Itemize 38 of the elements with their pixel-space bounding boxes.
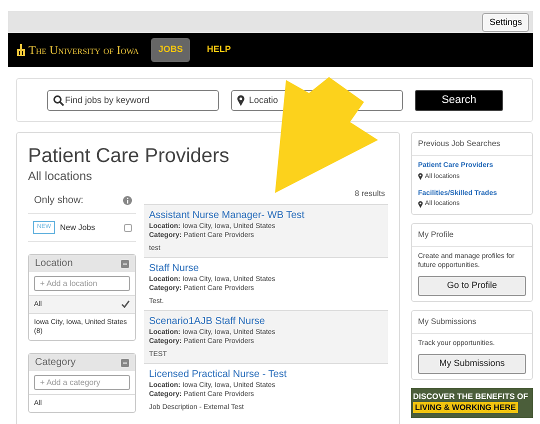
facet-header[interactable]: Location <box>29 255 135 272</box>
banner-tagline: LIVING & WORKING HERE <box>413 402 518 413</box>
building-icon <box>16 44 26 56</box>
card-title: My Submissions <box>412 311 532 334</box>
new-jobs-checkbox[interactable] <box>124 224 132 232</box>
keyword-search-field[interactable]: Find jobs by keyword <box>47 90 219 110</box>
job-title-link[interactable]: Scenario1AJB Staff Nurse <box>149 316 383 328</box>
map-pin-icon <box>418 200 423 208</box>
info-icon <box>123 196 132 205</box>
search-button[interactable]: Search <box>415 90 503 110</box>
collapse-icon <box>121 260 129 268</box>
facet-title: Location <box>35 257 73 271</box>
banner-headline: DISCOVER THE BENEFITS OF <box>413 391 530 402</box>
job-title-link[interactable]: Assistant Nurse Manager- WB Test <box>149 210 383 222</box>
settings-button[interactable]: Settings <box>482 12 529 32</box>
facet-title: Category <box>35 356 76 370</box>
job-title-link[interactable]: Staff Nurse <box>149 263 383 275</box>
profile-button[interactable]: Go to Profile <box>418 276 526 296</box>
new-jobs-label: New Jobs <box>60 222 96 234</box>
job-title-link[interactable]: Licensed Practical Nurse - Test <box>149 369 383 381</box>
card-title: My Profile <box>412 224 532 247</box>
university-logo-text: The University of Iowa <box>28 42 139 59</box>
nav-tab[interactable]: JOBS <box>151 38 190 62</box>
submissions-button[interactable]: My Submissions <box>418 354 526 374</box>
card-title: Previous Job Searches <box>412 133 532 156</box>
map-pin-icon <box>418 172 423 180</box>
facet-add-field[interactable]: + Add a category <box>34 375 130 390</box>
page-title: Patient Care Providers <box>28 145 230 167</box>
facet-add-field[interactable]: + Add a location <box>34 276 130 291</box>
facet-header[interactable]: Category <box>29 354 135 371</box>
search-icon <box>53 94 64 106</box>
only-show-label: Only show: <box>34 194 84 208</box>
checkmark-icon <box>121 300 130 308</box>
nav-tab[interactable]: HELP <box>200 38 238 62</box>
collapse-icon <box>121 358 129 366</box>
map-pin-icon <box>237 94 245 106</box>
location-subtitle: All locations <box>28 168 94 185</box>
results-count: 8 results <box>354 189 385 198</box>
